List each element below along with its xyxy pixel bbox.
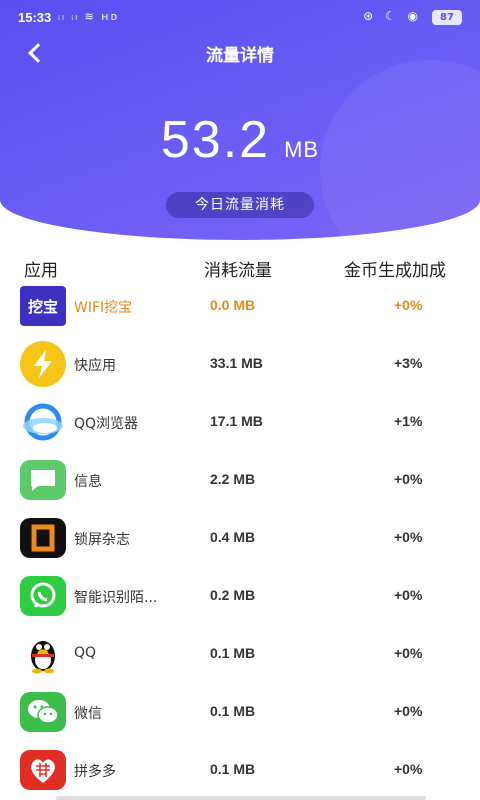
app-bonus: +0%	[394, 703, 423, 719]
app-usage: 0.0 MB	[210, 297, 256, 313]
smart-caller-id-icon	[20, 576, 66, 616]
app-name: 拼多多	[74, 764, 116, 780]
table-row[interactable]: 挖宝 WIFI挖宝 0.0 MB +0%	[0, 282, 480, 340]
app-bonus: +0%	[394, 587, 423, 603]
app-bonus: +0%	[394, 471, 423, 487]
app-usage: 0.1 MB	[210, 761, 256, 777]
app-bonus: +1%	[394, 413, 423, 429]
app-bonus: +0%	[394, 645, 423, 661]
table-row[interactable]: 智能识别陌... 0.2 MB +0%	[0, 572, 480, 630]
app-bonus: +0%	[394, 761, 423, 777]
quick-app-icon	[20, 341, 66, 387]
system-status-icons: ⊛ ☾ ◉	[363, 9, 422, 23]
app-usage: 0.4 MB	[210, 529, 256, 545]
page-title: 流量详情	[206, 46, 274, 66]
qq-browser-icon	[20, 402, 66, 442]
column-header-app: 应用	[24, 261, 58, 281]
app-usage: 0.2 MB	[210, 587, 256, 603]
app-name: 信息	[74, 474, 102, 490]
app-name: QQ浏览器	[74, 416, 139, 432]
nav-bar: 流量详情	[0, 36, 480, 70]
total-usage-value: 53.2	[160, 111, 271, 169]
total-usage-unit: MB	[284, 137, 320, 162]
app-name: QQ	[74, 645, 97, 661]
app-usage: 33.1 MB	[210, 355, 263, 371]
table-row[interactable]: 微信 0.1 MB +0%	[0, 688, 480, 746]
wechat-icon	[20, 692, 66, 732]
table-row[interactable]: 拼多多 0.1 MB +0%	[0, 746, 480, 800]
app-name: 智能识别陌...	[74, 590, 158, 606]
messages-icon	[20, 460, 66, 500]
traffic-detail-screen: 15:33 ᵢₗ ᵢₗ ≋ ʜᴅ ⊛ ☾ ◉ 87 流量详情 53.2 MB 今日…	[0, 0, 480, 800]
table-row[interactable]: QQ 0.1 MB +0%	[0, 630, 480, 688]
app-bonus: +3%	[394, 355, 423, 371]
column-header-usage: 消耗流量	[204, 261, 272, 281]
table-row[interactable]: 快应用 33.1 MB +3%	[0, 340, 480, 398]
app-usage-list: 挖宝 WIFI挖宝 0.0 MB +0% 快应用 33.1 MB +3% QQ浏…	[0, 282, 480, 800]
lock-screen-magazine-icon	[20, 518, 66, 558]
app-name: 微信	[74, 706, 102, 722]
pinduoduo-icon	[20, 750, 66, 790]
app-bonus: +0%	[394, 529, 423, 545]
app-bonus: +0%	[394, 297, 423, 313]
table-row[interactable]: QQ浏览器 17.1 MB +1%	[0, 398, 480, 456]
qq-penguin-icon	[20, 634, 66, 674]
app-name: 锁屏杂志	[74, 532, 130, 548]
app-usage: 0.1 MB	[210, 703, 256, 719]
status-bar: 15:33 ᵢₗ ᵢₗ ≋ ʜᴅ ⊛ ☾ ◉ 87	[0, 0, 480, 36]
signal-icons: ᵢₗ ᵢₗ ≋ ʜᴅ	[58, 10, 120, 23]
status-time: 15:33	[18, 10, 52, 25]
app-usage: 17.1 MB	[210, 413, 263, 429]
wifi-treasure-icon: 挖宝	[20, 286, 66, 326]
today-usage-label: 今日流量消耗	[166, 192, 314, 218]
total-usage: 53.2 MB	[0, 110, 480, 170]
battery-icon: 87	[432, 10, 462, 25]
column-header-bonus: 金币生成加成	[344, 261, 446, 281]
table-header: 应用 消耗流量 金币生成加成	[0, 254, 480, 282]
app-name: WIFI挖宝	[74, 300, 133, 316]
wifi-treasure-icon-text: 挖宝	[27, 297, 58, 316]
app-usage: 0.1 MB	[210, 645, 256, 661]
bottom-scroll-indicator	[56, 796, 426, 800]
app-usage: 2.2 MB	[210, 471, 256, 487]
table-row[interactable]: 信息 2.2 MB +0%	[0, 456, 480, 514]
app-name: 快应用	[74, 358, 116, 374]
table-row[interactable]: 锁屏杂志 0.4 MB +0%	[0, 514, 480, 572]
